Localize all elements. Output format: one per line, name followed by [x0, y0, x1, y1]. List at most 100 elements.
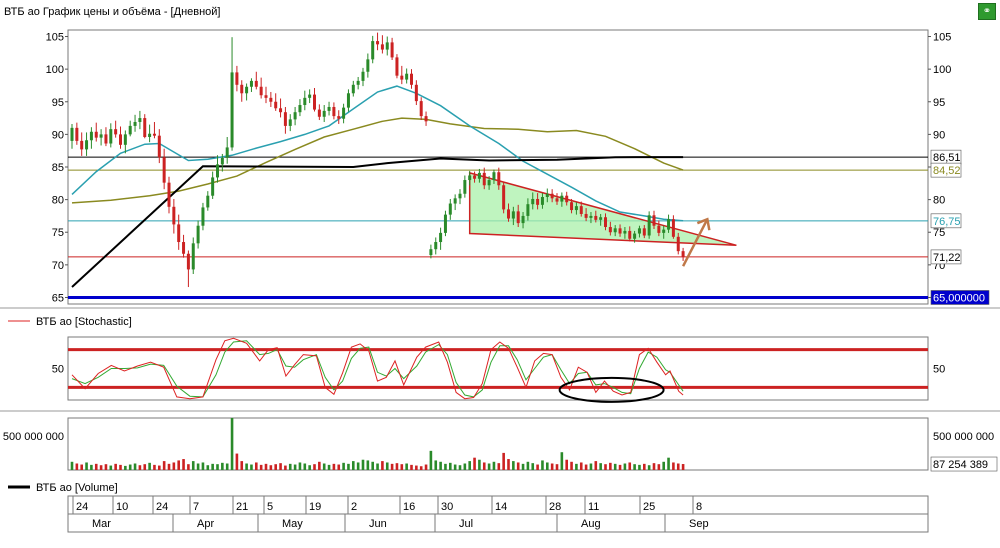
volume-bar: [322, 463, 326, 470]
volume-bar: [119, 464, 122, 470]
candle-body: [579, 206, 583, 214]
y-tick-label-right: 100: [933, 64, 951, 76]
volume-bar: [303, 463, 307, 470]
candle-body: [681, 251, 685, 258]
candle-body: [507, 209, 510, 219]
date-day-label: 7: [193, 501, 199, 513]
candle-body: [240, 84, 244, 94]
date-day-label: 11: [588, 501, 599, 513]
candle-body: [380, 44, 384, 50]
date-day-label: 2: [351, 501, 357, 513]
volume-bar: [90, 464, 93, 470]
volume-bar: [400, 464, 404, 470]
volume-bar: [662, 461, 665, 470]
date-day-label: 21: [236, 501, 248, 513]
candle-body: [332, 106, 336, 117]
volume-bar: [124, 465, 127, 470]
date-month-label: Jul: [459, 518, 473, 530]
date-day-label: 28: [549, 501, 561, 513]
candle-body: [279, 108, 283, 113]
y-tick-label-right: 95: [933, 97, 945, 109]
candle-body: [366, 59, 370, 72]
y-tick-label: 80: [52, 195, 64, 207]
candle-body: [560, 195, 564, 202]
volume-bar: [327, 464, 331, 470]
candle-body: [85, 140, 89, 150]
volume-bar: [293, 464, 297, 470]
y-tick-label: 100: [46, 64, 64, 76]
candle-body: [536, 198, 540, 205]
candle-body: [172, 206, 176, 225]
candle-body: [123, 134, 127, 145]
candle-body: [99, 134, 103, 138]
candle-body: [492, 172, 496, 181]
candle-body: [473, 175, 477, 179]
volume-bar: [672, 462, 675, 470]
date-month-label: Jun: [369, 518, 387, 530]
candle-body: [410, 73, 413, 85]
volume-last-label: 87 254 389: [933, 459, 988, 471]
candle-body: [245, 86, 249, 94]
volume-bar: [613, 463, 617, 470]
candle-body: [497, 172, 501, 186]
volume-bar: [458, 465, 462, 470]
candle-body: [249, 80, 253, 87]
candle-body: [526, 204, 530, 216]
volume-bar: [138, 465, 142, 470]
volume-bar: [381, 461, 384, 470]
y-tick-label-right: 75: [933, 227, 945, 239]
candle-body: [133, 121, 137, 126]
volume-bar: [128, 464, 132, 470]
volume-bar: [439, 461, 442, 470]
volume-bar: [492, 461, 496, 470]
candle-body: [443, 214, 447, 233]
date-day-label: 30: [441, 501, 453, 513]
candle-body: [322, 110, 326, 117]
candle-body: [177, 224, 181, 243]
volume-bar: [647, 465, 651, 470]
candle-body: [376, 41, 380, 45]
candle-body: [405, 73, 409, 80]
candle-body: [502, 185, 506, 210]
candle-body: [395, 57, 399, 76]
candle-body: [351, 84, 355, 94]
volume-bar: [594, 461, 598, 470]
volume-bar: [269, 465, 273, 470]
date-month-label: Apr: [197, 518, 214, 530]
volume-bar: [599, 463, 602, 470]
candle-body: [264, 95, 268, 98]
candle-body: [288, 119, 292, 126]
candle-body: [531, 198, 535, 205]
candle-body: [647, 215, 651, 236]
candle-body: [303, 97, 307, 106]
volume-bar: [332, 463, 336, 470]
candle-body: [201, 207, 205, 226]
candle-body: [385, 42, 389, 50]
candle-body: [104, 134, 108, 144]
volume-bar: [225, 463, 229, 470]
candle-body: [138, 118, 142, 122]
volume-bar: [114, 463, 117, 470]
price-panel-frame: [67, 29, 929, 305]
volume-bar: [570, 461, 573, 470]
volume-bar: [536, 464, 539, 470]
volume-bar: [70, 461, 74, 470]
date-month-label: Mar: [92, 518, 111, 530]
volume-bar: [434, 460, 438, 470]
candle-body: [89, 131, 93, 141]
stochastic-y-label: 50: [52, 364, 64, 376]
candle-body: [652, 215, 656, 226]
volume-bar: [143, 464, 147, 470]
candle-body: [521, 215, 525, 224]
volume-bar: [342, 462, 345, 470]
candle-body: [346, 93, 350, 108]
volume-bar: [415, 465, 418, 470]
volume-bar: [255, 462, 258, 470]
volume-bar: [191, 461, 195, 470]
volume-bar: [385, 462, 389, 470]
date-day-label: 14: [495, 501, 507, 513]
chart-canvas: 10510095908580757065105100959080757086,5…: [0, 29, 1000, 533]
volume-bar: [449, 462, 452, 470]
volume-bar: [623, 463, 627, 470]
volume-bar: [240, 461, 244, 470]
